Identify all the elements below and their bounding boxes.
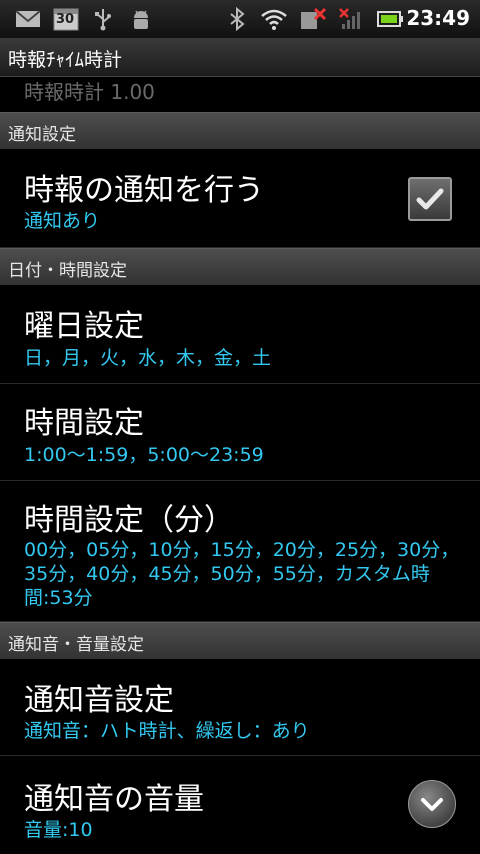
pref-sound[interactable]: 通知音設定 通知音：ハト時計、繰返し：あり [0,659,480,756]
section-header-label: 通知設定 [8,125,76,145]
clock: 23:49 [406,6,470,30]
section-header-date-time: 日付・時間設定 [0,248,480,285]
scroll-down-button[interactable] [408,780,456,828]
pref-sound-title: 通知音設定 [24,683,174,718]
checkmark-icon [416,188,444,210]
pref-volume-summary: 音量:10 [24,819,93,841]
pref-minutes-title: 時間設定（分） [24,503,234,538]
pref-weekday[interactable]: 曜日設定 日，月，火，水，木，金，土 [0,285,480,384]
pref-minutes-summary: 00分，05分，10分，15分，20分，25分，30分，35分，40分，45分，… [24,539,460,609]
gmail-icon [14,7,42,31]
pref-hours-summary: 1:00〜1:59，5:00〜23:59 [24,444,264,466]
calendar-icon: 30 [52,7,80,31]
pref-sound-summary: 通知音：ハト時計、繰返し：あり [24,720,310,742]
pref-hours-title: 時間設定 [24,406,144,441]
pref-notify-summary: 通知あり [24,210,101,232]
pref-notify-title: 時報の通知を行う [24,173,264,208]
section-header-label: 日付・時間設定 [8,261,127,281]
section-header-label: 通知音・音量設定 [8,635,144,655]
pref-minutes[interactable]: 時間設定（分） 00分，05分，10分，15分，20分，25分，30分，35分，… [0,481,480,622]
calendar-badge: 30 [56,12,75,27]
wifi-icon [260,7,288,31]
pref-notify[interactable]: 時報の通知を行う 通知あり [0,149,480,248]
section-header-sound-volume: 通知音・音量設定 [0,622,480,659]
pref-weekday-summary: 日，月，火，水，木，金，土 [24,347,272,369]
no-signal-icon [338,7,366,31]
list-item-version[interactable]: 時報時計 1.00 [0,76,480,112]
app-title: 時報ﾁｬｲﾑ時計 [8,49,123,71]
notify-checkbox[interactable] [408,177,452,221]
bluetooth-icon [226,7,248,31]
battery-icon [376,7,404,31]
section-header-notification: 通知設定 [0,112,480,149]
pref-hours[interactable]: 時間設定 1:00〜1:59，5:00〜23:59 [0,384,480,481]
app-title-bar: 時報ﾁｬｲﾑ時計 [0,38,480,77]
usb-icon [92,7,114,31]
android-debug-icon [128,7,154,31]
status-bar: 30 23:49 [0,0,480,38]
chevron-down-icon [421,798,443,811]
no-sim-icon [298,7,328,31]
pref-weekday-title: 曜日設定 [24,309,144,344]
pref-volume-title: 通知音の音量 [24,782,204,817]
version-label: 時報時計 1.00 [24,80,155,104]
